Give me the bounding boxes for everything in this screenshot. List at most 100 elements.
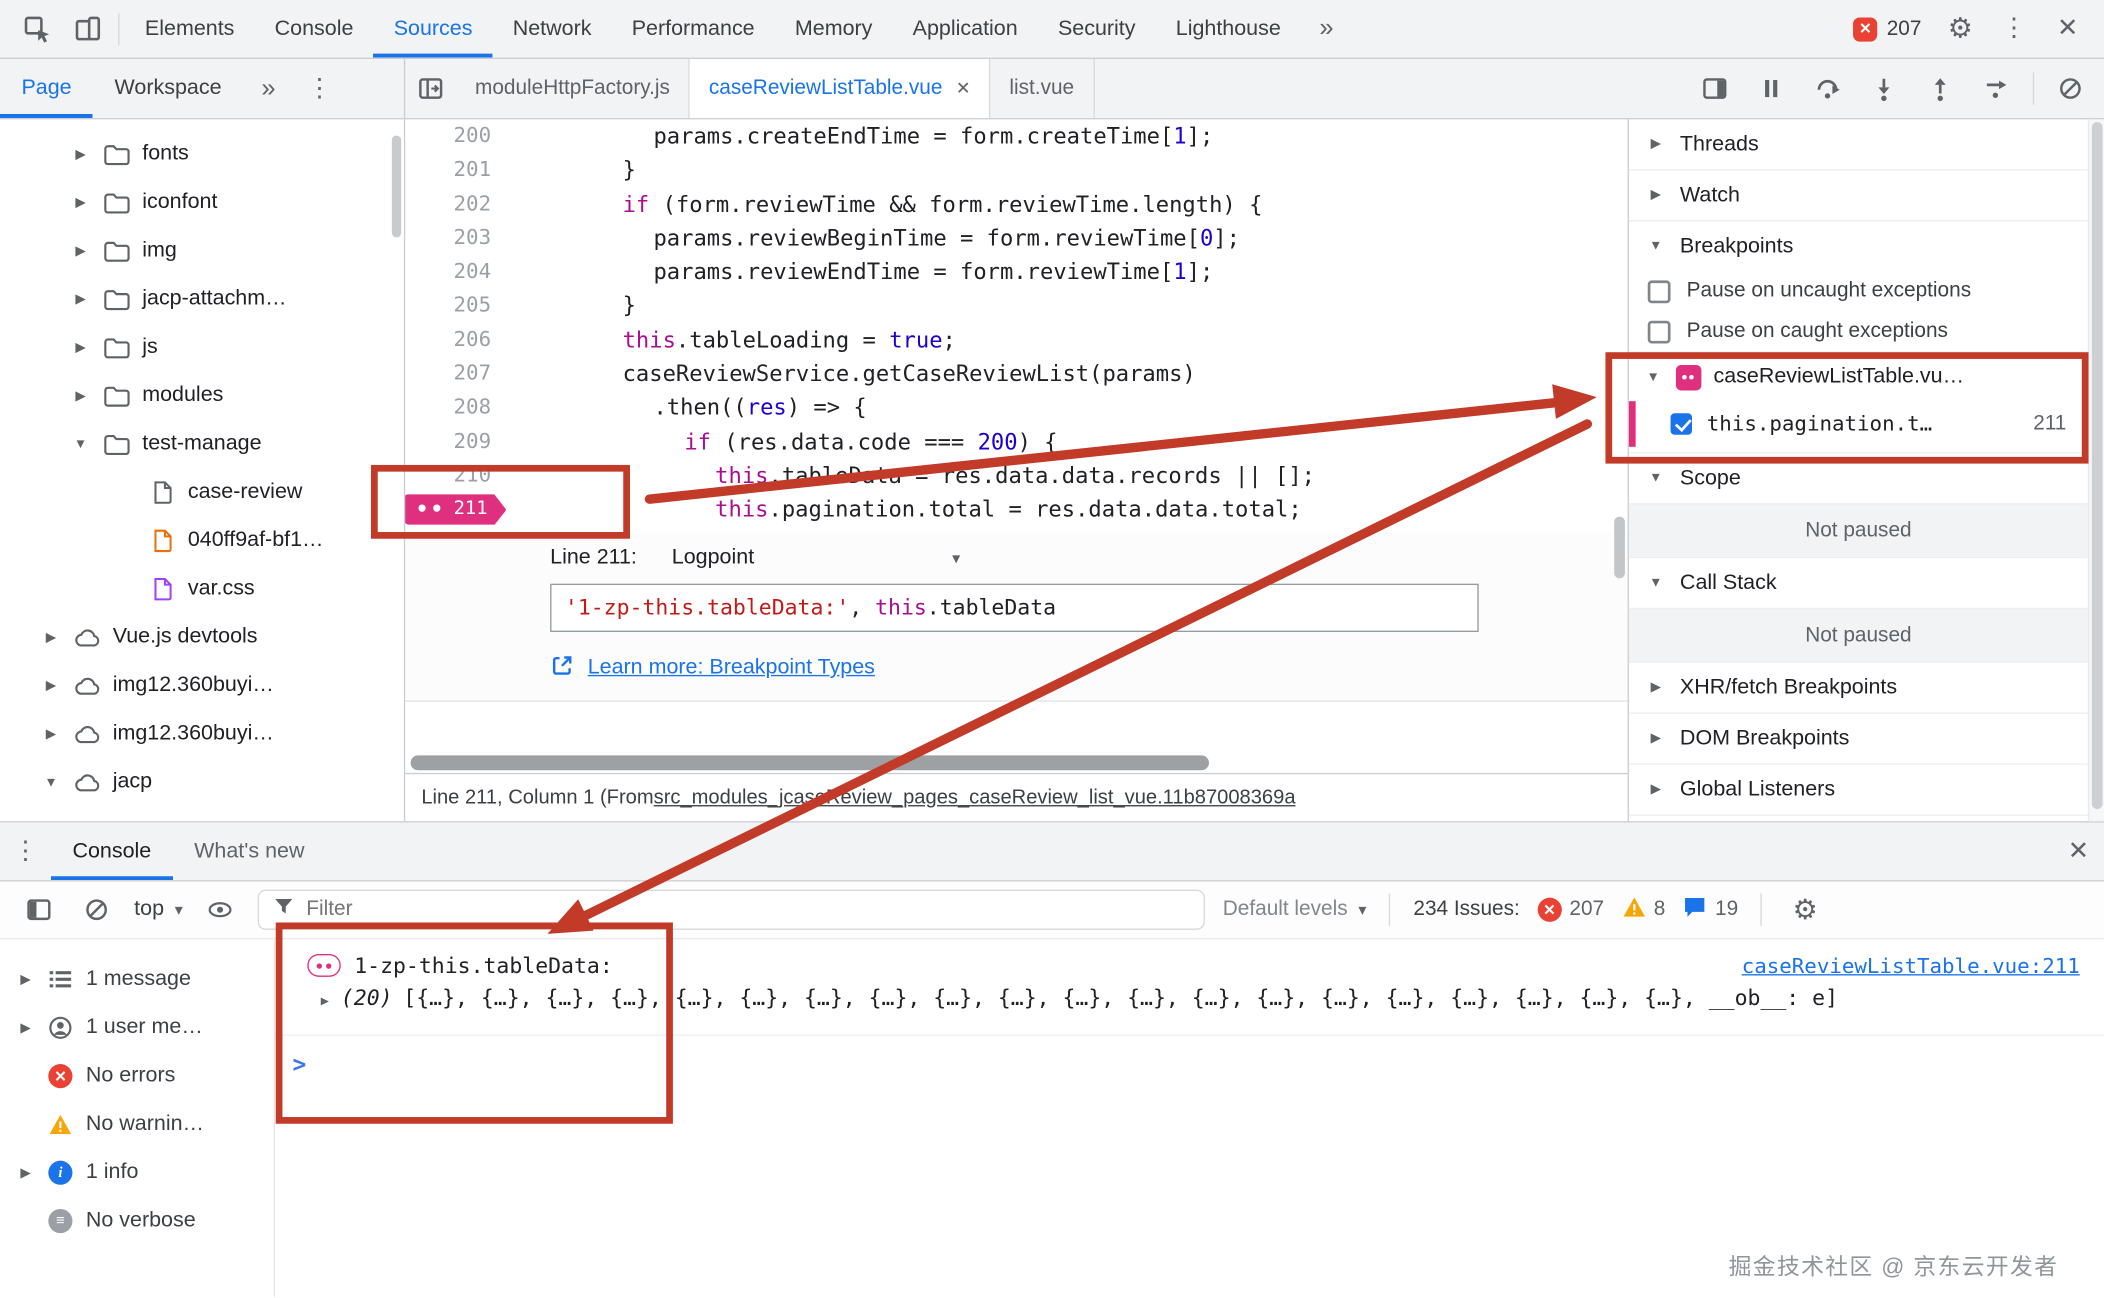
file-tab-modulehttpfactory-js[interactable]: moduleHttpFactory.js xyxy=(456,59,690,118)
chevron-right-icon[interactable]: ▶ xyxy=(70,340,91,355)
chevron-right-icon[interactable]: ▶ xyxy=(16,972,35,987)
line-number-208[interactable]: 208 xyxy=(405,391,532,425)
editor-horizontal-scrollbar[interactable] xyxy=(405,754,1627,773)
console-prompt[interactable]: > xyxy=(275,1036,2104,1079)
chevron-right-icon[interactable]: ▶ xyxy=(40,678,61,693)
logpoint-badge[interactable]: ••211 xyxy=(405,493,532,527)
editor-vertical-scrollbar[interactable] xyxy=(1614,517,1625,579)
tree-item-test-manage[interactable]: ▼test-manage xyxy=(0,420,404,468)
pause-script-icon[interactable] xyxy=(1746,64,1797,112)
tree-item-case-review[interactable]: case-review xyxy=(0,468,404,516)
console-filter-no-errors[interactable]: ✕No errors xyxy=(0,1052,274,1100)
step-into-icon[interactable] xyxy=(1858,64,1909,112)
chevron-right-icon[interactable]: ▶ xyxy=(40,727,61,742)
clear-console-icon[interactable] xyxy=(76,886,116,934)
section-call-stack[interactable]: ▼ Call Stack xyxy=(1629,558,2088,608)
close-devtools-icon[interactable]: ✕ xyxy=(2042,5,2093,53)
line-number-206[interactable]: 206 xyxy=(405,323,532,357)
tree-item-img[interactable]: ▶img xyxy=(0,227,404,275)
tree-item-fonts[interactable]: ▶fonts xyxy=(0,130,404,178)
section-watch[interactable]: ▶ Watch xyxy=(1629,170,2088,220)
chevron-right-icon[interactable]: ▶ xyxy=(70,244,91,259)
tab-workspace[interactable]: Workspace xyxy=(93,59,243,118)
navigator-scrollbar[interactable] xyxy=(392,136,401,238)
inspect-element-icon[interactable] xyxy=(11,5,62,53)
chevron-right-icon[interactable]: ▶ xyxy=(40,630,61,645)
expand-triangle-icon[interactable]: ▶ xyxy=(321,994,329,1009)
close-tab-icon[interactable]: ✕ xyxy=(956,78,971,99)
live-expression-eye-icon[interactable] xyxy=(200,886,240,934)
deactivate-breakpoints-icon[interactable] xyxy=(2045,64,2096,112)
console-filter-1-info[interactable]: ▶i1 info xyxy=(0,1149,274,1197)
section-breakpoints[interactable]: ▼ Breakpoints xyxy=(1629,221,2088,271)
breakpoint-file-header[interactable]: ▼ •• caseReviewListTable.vu… xyxy=(1629,353,2088,401)
navigator-more-tabs-icon[interactable]: » xyxy=(243,64,294,112)
line-number-209[interactable]: 209 xyxy=(405,425,532,459)
section-dom-breakpoints[interactable]: ▶ DOM Breakpoints xyxy=(1629,714,2088,764)
device-toolbar-icon[interactable] xyxy=(62,5,113,53)
chevron-right-icon[interactable]: ▶ xyxy=(70,292,91,307)
console-filter-1-user-me[interactable]: ▶1 user me… xyxy=(0,1004,274,1052)
tree-item-vue-js-devtools[interactable]: ▶Vue.js devtools xyxy=(0,613,404,661)
console-filter-no-warnin[interactable]: No warnin… xyxy=(0,1100,274,1148)
scrollbar-thumb[interactable] xyxy=(2092,122,2103,809)
chevron-right-icon[interactable]: ▶ xyxy=(70,195,91,210)
breakpoint-entry[interactable]: this.pagination.t… 211 xyxy=(1629,401,2088,447)
tree-item-var-css[interactable]: var.css xyxy=(0,565,404,613)
tree-item-040ff9af-bf1[interactable]: 040ff9af-bf1… xyxy=(0,517,404,565)
chevron-down-icon[interactable]: ▼ xyxy=(40,775,61,790)
source-map-link[interactable]: src_modules_jcaseReview_pages_caseReview… xyxy=(654,786,1296,809)
chevron-down-icon[interactable]: ▼ xyxy=(70,437,91,452)
tab-console[interactable]: Console xyxy=(255,0,374,58)
issues-count[interactable]: 234 Issues: xyxy=(1413,898,1519,922)
step-out-icon[interactable] xyxy=(1915,64,1966,112)
logpoint-expression-input[interactable]: '1-zp-this.tableData:', this.tableData xyxy=(550,583,1479,631)
tab-sources[interactable]: Sources xyxy=(374,0,493,58)
line-number-200[interactable]: 200 xyxy=(405,119,532,153)
message-filter-chip[interactable]: 19 xyxy=(1683,894,1738,925)
console-filter[interactable] xyxy=(258,890,1205,930)
line-number-201[interactable]: 201 xyxy=(405,153,532,187)
tab-network[interactable]: Network xyxy=(493,0,612,58)
error-count-badge[interactable]: ✕ 207 xyxy=(1842,17,1932,41)
tab-security[interactable]: Security xyxy=(1038,0,1156,58)
breakpoint-enabled-checkbox[interactable] xyxy=(1671,413,1692,434)
error-filter-chip[interactable]: ✕ 207 xyxy=(1537,898,1604,922)
tree-item-modules[interactable]: ▶modules xyxy=(0,372,404,420)
tab-performance[interactable]: Performance xyxy=(612,0,775,58)
filter-input[interactable] xyxy=(306,898,1190,922)
tab-console[interactable]: Console xyxy=(51,823,173,881)
scrollbar-thumb[interactable] xyxy=(411,755,1209,770)
tab-memory[interactable]: Memory xyxy=(775,0,893,58)
breakpoint-types-link[interactable]: Learn more: Breakpoint Types xyxy=(588,656,875,680)
step-icon[interactable] xyxy=(1971,64,2022,112)
log-source-link[interactable]: caseReviewListTable.vue:211 xyxy=(1742,953,2080,977)
navigator-menu-icon[interactable]: ⋮ xyxy=(294,64,345,112)
chevron-right-icon[interactable]: ▶ xyxy=(16,1020,35,1035)
settings-gear-icon[interactable]: ⚙ xyxy=(1935,5,1986,53)
tree-item-iconfont[interactable]: ▶iconfont xyxy=(0,178,404,226)
tree-item-img12-360buyi[interactable]: ▶img12.360buyi… xyxy=(0,710,404,758)
line-number-210[interactable]: 210 xyxy=(405,459,532,493)
tab-application[interactable]: Application xyxy=(893,0,1038,58)
tab-whats-new[interactable]: What's new xyxy=(173,823,326,881)
toggle-debugger-sidebar-icon[interactable] xyxy=(1689,64,1740,112)
window-scrollbar[interactable] xyxy=(2088,119,2104,821)
line-number-207[interactable]: 207 xyxy=(405,357,532,391)
warning-filter-chip[interactable]: 8 xyxy=(1622,896,1666,924)
tab-elements[interactable]: Elements xyxy=(125,0,255,58)
line-number-203[interactable]: 203 xyxy=(405,221,532,255)
logpoint-badge-pill[interactable]: ••211 xyxy=(405,494,506,525)
breakpoint-type-select[interactable]: Logpoint ▾ xyxy=(672,546,960,570)
section-global-listeners[interactable]: ▶ Global Listeners xyxy=(1629,765,2088,815)
file-tab-casereviewlisttable-vue[interactable]: caseReviewListTable.vue✕ xyxy=(690,59,991,118)
pause-uncaught-checkbox[interactable] xyxy=(1648,280,1671,303)
console-filter-no-verbose[interactable]: ≡No verbose xyxy=(0,1197,274,1245)
console-settings-gear-icon[interactable]: ⚙ xyxy=(1785,886,1825,934)
step-over-icon[interactable] xyxy=(1802,64,1853,112)
close-drawer-icon[interactable]: ✕ xyxy=(2053,827,2104,875)
line-number-205[interactable]: 205 xyxy=(405,289,532,323)
more-options-icon[interactable]: ⋮ xyxy=(1989,5,2040,53)
tree-item-jacp[interactable]: ▼jacp xyxy=(0,758,404,806)
chevron-right-icon[interactable]: ▶ xyxy=(70,147,91,162)
